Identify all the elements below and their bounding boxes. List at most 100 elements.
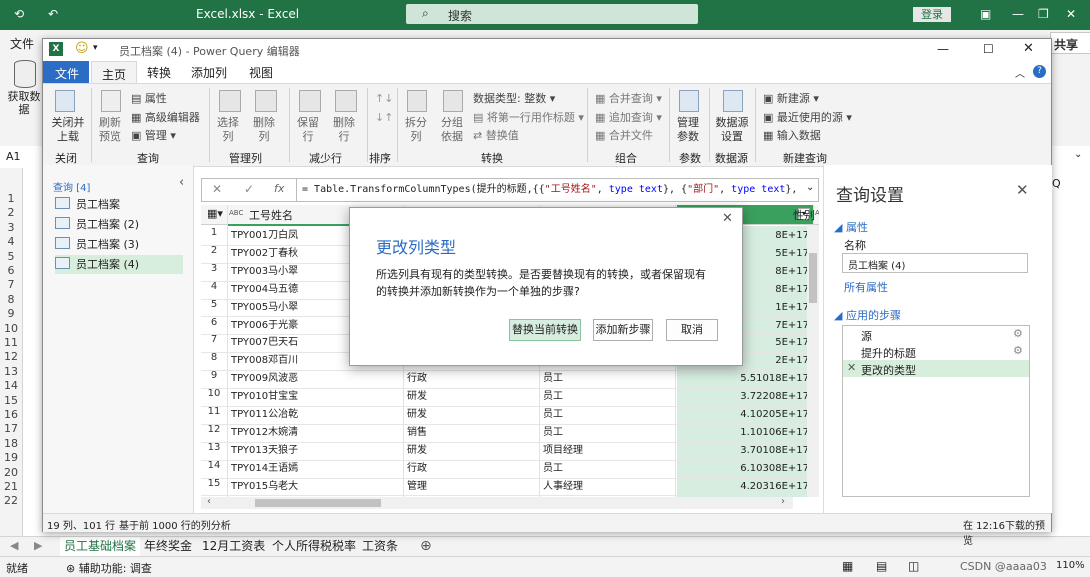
tab-home[interactable]: 主页 <box>91 61 137 84</box>
table-row[interactable]: 13 TPY013天狼子 研发 项目经理 3.70108E+17 <box>201 442 819 461</box>
page-layout-icon[interactable]: ▤ <box>876 559 887 573</box>
zoom-level[interactable]: 110% <box>1056 560 1085 571</box>
column-profiling-status[interactable]: 基于前 1000 行的列分析 <box>119 517 231 532</box>
scroll-thumb[interactable] <box>809 253 817 303</box>
pq-close-icon[interactable]: ✕ <box>1023 41 1034 56</box>
pq-minimize-icon[interactable]: — <box>937 42 949 56</box>
menu-file[interactable]: 文件 <box>10 35 34 52</box>
close-load-button[interactable]: 关闭并 上载 <box>49 116 87 144</box>
sheet-tab-active[interactable]: 员工基础档案 <box>60 537 141 558</box>
row-number[interactable]: 3 <box>0 221 22 234</box>
get-data-button[interactable]: 获取数据 <box>6 90 42 116</box>
sort-asc-icon[interactable]: ↑↓ <box>375 92 393 105</box>
manage-params-button[interactable]: 管理 参数 <box>671 116 705 144</box>
row-number[interactable]: 21 <box>0 480 22 493</box>
close-icon[interactable]: ✕ <box>1066 7 1076 21</box>
smiley-icon[interactable]: ☺ <box>75 41 89 56</box>
normal-view-icon[interactable]: ▦ <box>842 559 853 573</box>
formula-input[interactable]: = Table.TransformColumnTypes(提升的标题,{{"工号… <box>302 183 814 199</box>
query-item[interactable]: 员工档案 (2) <box>55 215 183 234</box>
tab-transform[interactable]: 转换 <box>147 64 171 81</box>
tab-file[interactable]: 文件 <box>43 61 89 83</box>
recent-sources-button[interactable]: ▣ 最近使用的源 ▾ <box>763 111 852 124</box>
row-number[interactable]: 6 <box>0 264 22 277</box>
choose-columns-button[interactable]: 选择 列 <box>213 116 243 144</box>
delete-step-icon[interactable]: ✕ <box>847 361 856 374</box>
remove-rows-button[interactable]: 删除 行 <box>329 116 359 144</box>
column-type-icon[interactable]: ABC <box>229 209 243 217</box>
column-header-gender[interactable]: 性别 <box>793 207 815 223</box>
close-settings-icon[interactable]: ✕ <box>1016 181 1029 199</box>
properties-header[interactable]: ◢ 属性 <box>834 219 868 235</box>
share-button[interactable]: 共享 <box>1050 32 1090 54</box>
table-row[interactable]: 12 TPY012木婉清 销售 员工 1.10106E+17 <box>201 424 819 443</box>
scroll-left-icon[interactable]: ‹ <box>207 496 211 507</box>
undo-icon[interactable]: ↶ <box>48 7 58 21</box>
collapse-ribbon-icon[interactable]: ︿ <box>1015 65 1025 80</box>
table-menu-icon[interactable]: ▦▾ <box>207 207 223 220</box>
row-number[interactable]: 18 <box>0 437 22 450</box>
row-number[interactable]: 12 <box>0 350 22 363</box>
step-settings-gear-icon[interactable]: ⚙ <box>1013 327 1023 340</box>
row-number[interactable]: 17 <box>0 422 22 435</box>
refresh-preview-button[interactable]: 刷新 预览 <box>93 116 127 144</box>
table-row[interactable]: 14 TPY014王语嫣 行政 员工 6.10308E+17 <box>201 460 819 479</box>
collapse-pane-icon[interactable]: ‹ <box>179 175 184 190</box>
table-row[interactable]: 10 TPY010甘宝宝 研发 员工 3.72208E+17 <box>201 388 819 407</box>
table-row[interactable]: 15 TPY015乌老大 管理 人事经理 4.20316E+17 <box>201 478 819 497</box>
sort-desc-icon[interactable]: ↓↑ <box>375 111 393 124</box>
step-settings-gear-icon[interactable]: ⚙ <box>1013 344 1023 357</box>
query-item[interactable]: 员工档案 <box>55 195 183 214</box>
tab-view[interactable]: 视图 <box>249 64 273 81</box>
all-properties-link[interactable]: 所有属性 <box>844 279 888 295</box>
row-number[interactable]: 22 <box>0 494 22 507</box>
enter-data-button[interactable]: ▦ 输入数据 <box>763 129 821 142</box>
replace-current-conversion-button[interactable]: 替换当前转换 <box>509 319 581 341</box>
table-row[interactable]: 11 TPY011公冶乾 研发 员工 4.10205E+17 <box>201 406 819 425</box>
advanced-editor-button[interactable]: ▦ 高级编辑器 <box>131 111 200 124</box>
keep-rows-button[interactable]: 保留 行 <box>293 116 323 144</box>
expand-formula-icon[interactable]: ⌄ <box>1074 149 1082 160</box>
login-button[interactable]: 登录 <box>913 7 951 22</box>
cancel-formula-icon[interactable]: ✕ <box>212 182 222 196</box>
sheet-tab[interactable]: 工资条 <box>358 537 402 556</box>
row-number[interactable]: 10 <box>0 322 22 335</box>
manage-button[interactable]: ▣ 管理 ▾ <box>131 129 176 142</box>
fx-icon[interactable]: fx <box>274 182 284 195</box>
append-queries-button[interactable]: ▦ 追加查询 ▾ <box>595 111 662 124</box>
help-icon[interactable]: ? <box>1033 65 1046 78</box>
query-item[interactable]: 员工档案 (3) <box>55 235 183 254</box>
dialog-close-icon[interactable]: ✕ <box>722 211 733 226</box>
cancel-button[interactable]: 取消 <box>666 319 718 341</box>
properties-button[interactable]: ▤ 属性 <box>131 92 167 105</box>
column-type-icon[interactable]: ABC <box>815 209 819 217</box>
ribbon-options-icon[interactable]: ▣ <box>980 7 991 21</box>
replace-values-button[interactable]: ⇄ 替换值 <box>473 129 519 142</box>
name-box[interactable]: A1 <box>6 150 21 163</box>
restore-icon[interactable]: ❐ <box>1038 7 1049 21</box>
group-by-button[interactable]: 分组 依据 <box>437 116 467 144</box>
table-row[interactable]: 9 TPY009风波恶 行政 员工 5.51018E+17 <box>201 370 819 390</box>
data-source-settings-button[interactable]: 数据源 设置 <box>713 116 751 144</box>
add-sheet-icon[interactable]: ⊕ <box>420 538 432 554</box>
remove-columns-button[interactable]: 删除 列 <box>249 116 279 144</box>
pq-maximize-icon[interactable]: ☐ <box>983 42 994 56</box>
row-number[interactable]: 2 <box>0 206 22 219</box>
vertical-scrollbar[interactable] <box>807 225 819 497</box>
data-type-dropdown[interactable]: 数据类型: 整数 ▾ <box>473 92 555 105</box>
sheet-nav-next[interactable]: ▶ <box>34 539 42 552</box>
sheet-tab[interactable]: 年终奖金 <box>140 537 196 556</box>
step-item[interactable]: 源 ⚙ <box>843 326 1029 343</box>
column-header-q[interactable]: Q <box>1052 177 1061 190</box>
row-number[interactable]: 1 <box>0 192 22 205</box>
combine-files-button[interactable]: ▦ 合并文件 <box>595 129 653 142</box>
row-number[interactable]: 5 <box>0 250 22 263</box>
new-source-button[interactable]: ▣ 新建源 ▾ <box>763 92 819 105</box>
row-number[interactable]: 4 <box>0 235 22 248</box>
tab-add-column[interactable]: 添加列 <box>191 64 227 81</box>
row-number[interactable]: 13 <box>0 365 22 378</box>
merge-queries-button[interactable]: ▦ 合并查询 ▾ <box>595 92 662 105</box>
row-number[interactable]: 11 <box>0 336 22 349</box>
horizontal-scrollbar[interactable]: ‹ › <box>201 496 793 509</box>
step-item[interactable]: 提升的标题 ⚙ <box>843 343 1029 360</box>
